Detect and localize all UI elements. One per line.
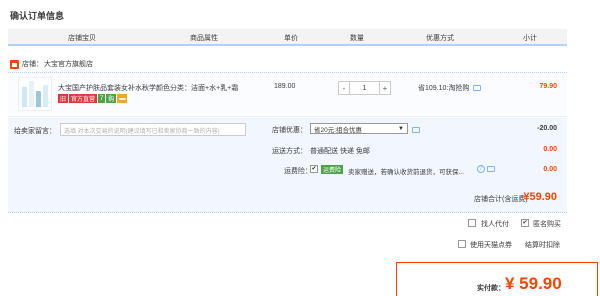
page-title: 确认订单信息 [10,11,65,21]
product-badges: 旧 官方直营 7 购 ▬ [58,94,128,103]
shipping-insurance-badge: 运费险 [321,165,344,174]
quantity-stepper: - 1 + [338,81,391,95]
anonymous-purchase-label: 匿名购买 [533,221,561,228]
actual-payment-label: 实付款： [477,285,505,292]
payment-summary-box: 实付款： ¥ 59.90 [396,262,598,296]
product-title-link[interactable]: 大宝国产护肤品套装女补水秋学... [58,83,158,93]
column-header-subtotal: 小计 [523,35,537,42]
seller-message-input[interactable]: 选填 对本次交易的说明(建议填写已和卖家协商一致的内容) [60,123,246,136]
message-icon[interactable] [473,85,482,91]
product-spec: 颜色分类：洁面+水+乳+霜 [156,85,239,92]
product-bottle-graphic [29,81,34,107]
card-payment-badge: ▬ [117,94,128,103]
proxy-pay-label: 找人代付 [481,221,509,228]
message-icon[interactable] [412,127,420,133]
message-icon[interactable] [487,166,495,172]
order-options-panel: 给卖家留言： 选填 对本次交易的说明(建议填写已和卖家协商一致的内容) 店铺优惠… [8,118,567,213]
store-discount-select[interactable]: 省20元:组合优惠 ▼ [310,123,408,134]
shipping-insurance-text: 卖家赠送，若确认收货前退货，可获保... [348,169,464,176]
shipping-method-label: 运送方式： [272,148,307,155]
discount-info: 省109.10:淘抢购 [418,83,482,93]
column-header-price: 单价 [284,35,298,42]
unit-price: 189.00 [274,83,296,90]
increase-quantity-button[interactable]: + [379,82,390,94]
column-header-attributes: 商品属性 [190,35,218,42]
shipping-insurance-amount: 0.00 [543,166,557,173]
shipping-amount: 0.00 [543,146,557,153]
store-total-label: 店铺合计(含运费) [474,196,528,203]
column-header-discount: 优惠方式 [426,35,454,42]
shop-name-link[interactable]: 大宝官方旗舰店 [44,59,93,69]
anonymous-purchase-checkbox[interactable]: ✔ [521,219,529,227]
store-discount-value: 省20元:组合优惠 [314,126,363,134]
seller-message-label: 给卖家留言： [14,128,56,135]
tmall-points-checkbox[interactable] [458,240,466,248]
product-bottle-graphic [36,91,41,107]
order-table-header: 店铺宝贝 商品属性 单价 数量 优惠方式 小计 [8,29,567,46]
help-icon[interactable]: ? [477,165,485,173]
decrease-quantity-button[interactable]: - [339,82,350,94]
shipping-insurance-checkbox[interactable]: ✔ [310,165,318,173]
seven-day-return-badge: 7 [98,94,106,103]
product-thumbnail[interactable] [18,77,52,111]
badge-icon: 旧 [58,94,69,103]
column-header-shop-item: 店铺宝贝 [68,35,96,42]
shipping-insurance-label: 运费险： [284,168,312,175]
official-store-badge: 官方直营 [69,94,98,103]
shipping-method-value: 普通配送 快递 免邮 [310,148,370,155]
shop-icon [10,59,19,69]
store-discount-amount: -20.00 [537,125,557,132]
proxy-pay-checkbox[interactable] [468,219,476,227]
column-header-quantity: 数量 [350,35,364,42]
quantity-input[interactable]: 1 [350,82,379,94]
product-bottle-graphic [22,87,27,107]
product-bottle-graphic [43,85,48,107]
shop-label: 店铺： [22,61,43,68]
purchase-guarantee-badge: 购 [106,94,117,103]
settlement-deduct-label: 结算时扣除 [525,242,560,249]
discount-text: 省109.10:淘抢购 [418,85,470,92]
item-subtotal: 79.90 [539,83,557,90]
shop-row: 店铺： 大宝官方旗舰店 [10,58,93,70]
store-total-amount: ¥59.90 [523,191,557,203]
tmall-points-label: 使用天猫点券 [470,242,512,249]
dropdown-arrow-icon: ▼ [398,125,404,132]
store-discount-label: 店铺优惠： [272,127,307,134]
actual-payment-amount: ¥ 59.90 [505,274,562,293]
order-item-row: 大宝国产护肤品套装女补水秋学... 旧 官方直营 7 购 ▬ 颜色分类：洁面+水… [8,72,567,117]
